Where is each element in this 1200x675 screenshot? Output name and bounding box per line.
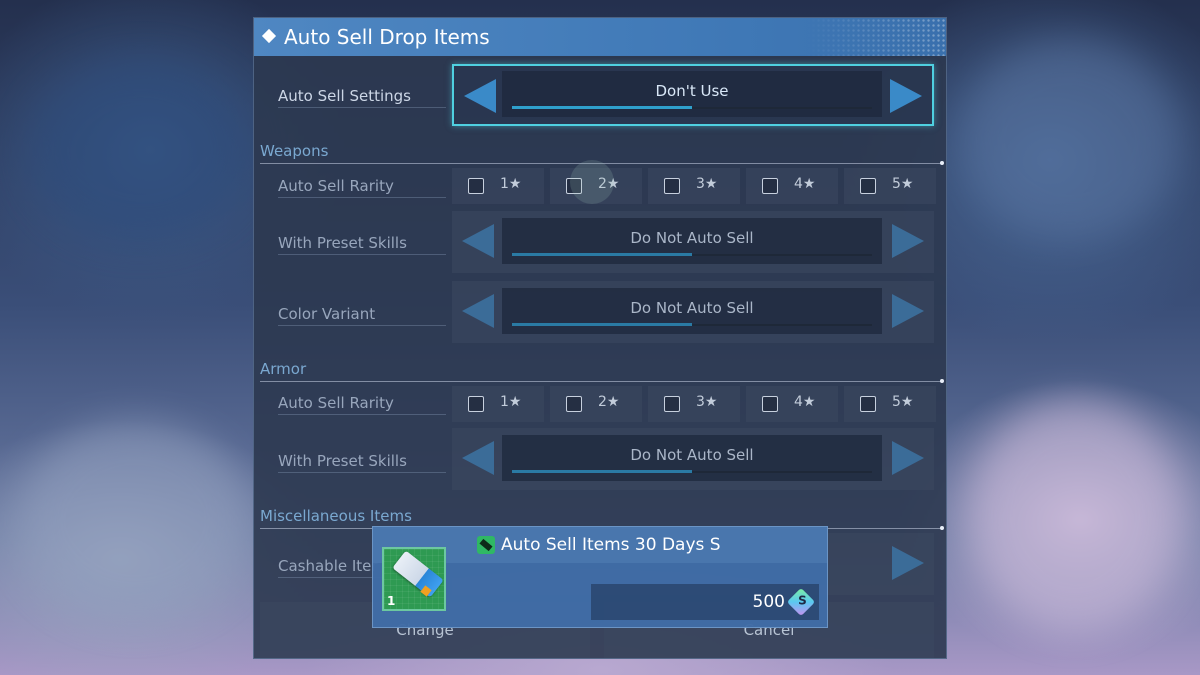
background-blob xyxy=(20,420,250,620)
selector-value-box: Do Not Auto Sell xyxy=(502,288,882,334)
section-weapons: Weapons xyxy=(260,142,944,165)
armor-rarity-label: Auto Sell Rarity xyxy=(278,394,446,415)
color-variant-selector[interactable]: Do Not Auto Sell xyxy=(452,281,934,343)
selector-fill xyxy=(512,106,692,109)
section-miscellaneous: Miscellaneous Items xyxy=(260,507,944,530)
dialog-title: Auto Sell Drop Items xyxy=(284,25,490,49)
ticket-category-icon xyxy=(477,536,495,554)
section-heading: Weapons xyxy=(260,142,329,160)
divider-dot xyxy=(940,526,944,530)
armor-preset-skills-selector[interactable]: Do Not Auto Sell xyxy=(452,428,934,490)
dialog-title-bar: Auto Sell Drop Items xyxy=(254,18,946,56)
rarity-option-3[interactable]: 3★ xyxy=(648,168,740,204)
checkbox[interactable] xyxy=(664,178,680,194)
selector-fill xyxy=(512,253,692,256)
arrow-right-icon[interactable] xyxy=(892,441,924,475)
rarity-label: 4★ xyxy=(794,176,816,192)
arrow-right-icon[interactable] xyxy=(890,79,922,113)
selector-value: Do Not Auto Sell xyxy=(630,299,754,317)
item-thumbnail: 1 xyxy=(382,547,446,611)
checkbox[interactable] xyxy=(762,178,778,194)
armor-preset-skills-label: With Preset Skills xyxy=(278,452,446,473)
rarity-option-1[interactable]: 1★ xyxy=(452,168,544,204)
selector-value: Do Not Auto Sell xyxy=(630,229,754,247)
rarity-label: 1★ xyxy=(500,394,522,410)
auto-sell-settings-label: Auto Sell Settings xyxy=(278,87,446,108)
item-count: 1 xyxy=(387,594,396,608)
section-armor: Armor xyxy=(260,360,944,383)
rarity-option-1[interactable]: 1★ xyxy=(452,386,544,422)
selector-value-box: Do Not Auto Sell xyxy=(502,218,882,264)
arrow-right-icon[interactable] xyxy=(892,224,924,258)
rarity-label: 3★ xyxy=(696,176,718,192)
arrow-right-icon[interactable] xyxy=(892,546,924,580)
item-tooltip-popup: Auto Sell Items 30 Days S 1 500 S xyxy=(372,526,828,628)
weapons-rarity-label: Auto Sell Rarity xyxy=(278,177,446,198)
rarity-label: 1★ xyxy=(500,176,522,192)
ticket-icon xyxy=(392,550,444,598)
rarity-label: 2★ xyxy=(598,394,620,410)
divider-dot xyxy=(940,379,944,383)
weapons-preset-skills-label: With Preset Skills xyxy=(278,234,446,255)
rarity-label: 5★ xyxy=(892,176,914,192)
section-heading: Miscellaneous Items xyxy=(260,507,412,525)
divider-dot xyxy=(940,161,944,165)
checkbox[interactable] xyxy=(664,396,680,412)
selector-value: Don't Use xyxy=(655,82,729,100)
checkbox[interactable] xyxy=(860,396,876,412)
section-heading: Armor xyxy=(260,360,307,378)
rarity-option-5[interactable]: 5★ xyxy=(844,386,936,422)
weapons-preset-skills-selector[interactable]: Do Not Auto Sell xyxy=(452,211,934,273)
selector-fill xyxy=(512,323,692,326)
diamond-icon xyxy=(261,28,277,44)
checkbox[interactable] xyxy=(468,396,484,412)
selector-value: Do Not Auto Sell xyxy=(630,446,754,464)
arrow-left-icon[interactable] xyxy=(462,294,494,328)
arrow-left-icon[interactable] xyxy=(464,79,496,113)
background-blob xyxy=(960,40,1180,240)
selector-value-box: Do Not Auto Sell xyxy=(502,435,882,481)
weapons-rarity-row: 1★ 2★ 3★ 4★ 5★ xyxy=(452,168,936,204)
auto-sell-settings-selector[interactable]: Don't Use xyxy=(452,64,934,126)
checkbox[interactable] xyxy=(860,178,876,194)
currency-icon: S xyxy=(786,587,816,617)
price-value: 500 xyxy=(752,592,785,612)
rarity-option-4[interactable]: 4★ xyxy=(746,168,838,204)
price-box: 500 S xyxy=(591,584,819,620)
selector-value-box: Don't Use xyxy=(502,71,882,117)
dot-pattern xyxy=(806,18,946,56)
popup-item-name: Auto Sell Items 30 Days S xyxy=(501,535,721,555)
rarity-label: 5★ xyxy=(892,394,914,410)
armor-rarity-row: 1★ 2★ 3★ 4★ 5★ xyxy=(452,386,936,422)
currency-symbol: S xyxy=(798,593,807,608)
rarity-option-5[interactable]: 5★ xyxy=(844,168,936,204)
checkbox[interactable] xyxy=(762,396,778,412)
rarity-label: 3★ xyxy=(696,394,718,410)
selector-fill xyxy=(512,470,692,473)
arrow-left-icon[interactable] xyxy=(462,224,494,258)
arrow-left-icon[interactable] xyxy=(462,441,494,475)
section-divider xyxy=(260,381,942,382)
checkbox[interactable] xyxy=(468,178,484,194)
rarity-option-2[interactable]: 2★ xyxy=(550,386,642,422)
color-variant-label: Color Variant xyxy=(278,305,446,326)
arrow-right-icon[interactable] xyxy=(892,294,924,328)
background-blob xyxy=(970,400,1180,630)
cursor-ghost-icon xyxy=(570,160,614,204)
checkbox[interactable] xyxy=(566,396,582,412)
background-blob xyxy=(30,60,250,240)
rarity-label: 4★ xyxy=(794,394,816,410)
rarity-option-3[interactable]: 3★ xyxy=(648,386,740,422)
rarity-option-4[interactable]: 4★ xyxy=(746,386,838,422)
